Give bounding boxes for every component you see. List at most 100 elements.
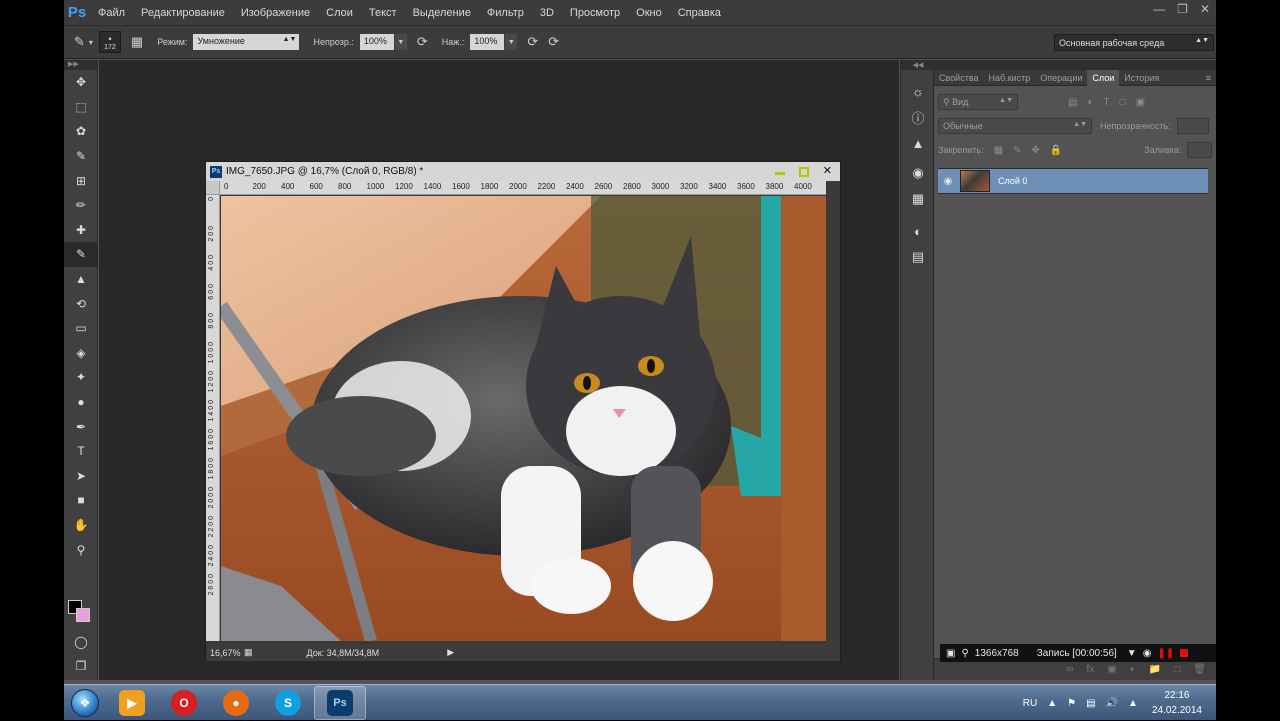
filter-adjustment-icon[interactable]: ◐ (1087, 97, 1093, 108)
quick-selection-tool-icon[interactable]: ✎ (64, 144, 98, 169)
network-icon[interactable]: ▲ (1128, 698, 1138, 709)
document-close-icon[interactable]: ✕ (823, 164, 832, 177)
language-indicator[interactable]: RU (1023, 698, 1037, 709)
mode-select[interactable]: Умножение ▲▼ (193, 34, 300, 50)
lock-pixels-icon[interactable]: ✎ (1013, 145, 1021, 156)
adjustments-sun-icon[interactable]: ☼ (901, 78, 935, 104)
layer-filter-select[interactable]: ⚲ Вид ▲▼ (938, 94, 1018, 110)
volume-icon[interactable]: 🔊 (1106, 698, 1118, 709)
tray-expand-icon[interactable]: ▲ (1047, 698, 1057, 709)
paint-bucket-tool-icon[interactable]: ◈ (64, 341, 98, 366)
lock-position-icon[interactable]: ✥ (1031, 145, 1039, 156)
pause-icon[interactable]: ❚❚ (1157, 648, 1174, 659)
dodge-tool-icon[interactable]: ● (64, 390, 98, 415)
camera-icon[interactable]: ◉ (1143, 648, 1152, 659)
airbrush-icon[interactable]: ⟳ (527, 34, 538, 50)
tab-brush-presets[interactable]: Наб.кистр (984, 73, 1036, 83)
taskbar-firefox[interactable]: ● (210, 686, 262, 720)
search-icon[interactable]: ⚲ (961, 648, 968, 659)
filter-pixel-icon[interactable]: ▤ (1068, 97, 1077, 108)
menu-select[interactable]: Выделение (405, 7, 479, 19)
blur-tool-icon[interactable]: ✦ (64, 365, 98, 390)
minimize-icon[interactable]: — (1153, 2, 1165, 16)
menu-3d[interactable]: 3D (532, 7, 562, 19)
document-maximize-icon[interactable] (798, 167, 809, 177)
taskbar-photoshop[interactable]: Ps (314, 685, 366, 720)
dock-collapse-icon[interactable]: ◀◀ (901, 60, 935, 70)
lasso-tool-icon[interactable]: ✿ (64, 119, 98, 144)
brush-panel-icon[interactable]: ▦ (131, 34, 143, 50)
new-group-icon[interactable]: 📁 (1149, 664, 1161, 675)
start-button[interactable]: ❖ (64, 686, 106, 720)
brush-preset-icon[interactable]: ✎ (74, 34, 85, 50)
document-title-bar[interactable]: Ps IMG_7650.JPG @ 16,7% (Слой 0, RGB/8) … (206, 162, 840, 181)
lock-all-icon[interactable]: 🔒 (1050, 145, 1062, 156)
eye-icon[interactable]: ◉ (938, 176, 958, 187)
tab-layers[interactable]: Слои (1087, 69, 1120, 86)
tools-panel-header[interactable]: ▶▶ (64, 60, 97, 70)
color-icon[interactable]: ◐ (901, 218, 935, 244)
eyedropper-tool-icon[interactable]: ✏ (64, 193, 98, 218)
histogram-icon[interactable]: ▲ (901, 130, 935, 156)
flow-dropdown-icon[interactable]: ▼ (505, 34, 518, 50)
menu-filter[interactable]: Фильтр (479, 7, 532, 19)
brush-preset-dropdown-icon[interactable]: ▾ (89, 38, 93, 47)
lock-transparency-icon[interactable]: ▦ (994, 145, 1003, 156)
menu-edit[interactable]: Редактирование (133, 7, 233, 19)
brush-size-picker[interactable]: • 172 (98, 31, 121, 53)
menu-type[interactable]: Текст (361, 7, 405, 19)
tab-properties[interactable]: Свойства (934, 73, 984, 83)
flag-icon[interactable]: ⚑ (1067, 698, 1076, 709)
ruler-origin[interactable] (206, 181, 220, 195)
new-layer-icon[interactable]: □ (1174, 664, 1180, 675)
styles-icon[interactable]: ▤ (901, 244, 935, 270)
stop-icon[interactable] (1180, 649, 1189, 657)
status-menu-arrow-icon[interactable]: ▶ (447, 647, 454, 658)
type-tool-icon[interactable]: T (64, 439, 98, 464)
opacity-dropdown-icon[interactable]: ▼ (394, 34, 407, 50)
tab-actions[interactable]: Операции (1035, 73, 1087, 83)
vertical-ruler[interactable]: 0 2 0 0 4 0 0 6 0 0 8 0 0 1 0 0 0 1 2 0 0 1 4 0… (206, 195, 220, 641)
move-tool-icon[interactable]: ✥ (64, 70, 98, 95)
zoom-level[interactable]: 16,67% (206, 648, 244, 658)
filter-smart-object-icon[interactable]: ▣ (1136, 97, 1145, 108)
screen-mode-icon[interactable]: ❐ (64, 654, 98, 679)
restore-icon[interactable]: ❐ (1177, 2, 1188, 16)
hand-tool-icon[interactable]: ✋ (64, 513, 98, 538)
canvas-image[interactable] (221, 196, 826, 641)
status-expand-icon[interactable]: ▦ (244, 647, 253, 658)
path-selection-tool-icon[interactable]: ➤ (64, 464, 98, 489)
recorder-region-icon[interactable]: ▣ (946, 648, 955, 659)
add-mask-icon[interactable]: ▣ (1107, 664, 1116, 675)
menu-window[interactable]: Окно (628, 7, 670, 19)
eraser-tool-icon[interactable]: ▭ (64, 316, 98, 341)
taskbar-skype[interactable]: S (262, 686, 314, 720)
clock[interactable]: 22:16 24.02.2014 (1152, 688, 1202, 718)
tab-history[interactable]: История (1119, 73, 1164, 83)
close-icon[interactable]: ✕ (1200, 2, 1210, 16)
panel-menu-icon[interactable]: ≡ (1201, 73, 1216, 83)
history-brush-tool-icon[interactable]: ⟲ (64, 291, 98, 316)
menu-help[interactable]: Справка (670, 7, 729, 19)
rectangle-tool-icon[interactable]: ■ (64, 488, 98, 513)
blend-mode-select[interactable]: Обычные ▲▼ (938, 118, 1092, 134)
recorder-dropdown-icon[interactable]: ▼ (1127, 648, 1137, 659)
layer-name[interactable]: Слой 0 (998, 176, 1027, 186)
opacity-input[interactable]: 100% (359, 34, 394, 50)
grid-icon[interactable]: ▦ (901, 186, 935, 212)
document-minimize-icon[interactable] (774, 172, 785, 175)
menu-layers[interactable]: Слои (318, 7, 361, 19)
menu-image[interactable]: Изображение (233, 7, 318, 19)
layer-opacity-input[interactable] (1176, 118, 1209, 134)
tablet-pressure-opacity-icon[interactable]: ⟳ (417, 34, 428, 50)
horizontal-ruler[interactable]: 0 200 400 600 800 1000 1200 1400 1600 1800 2000 220… (220, 181, 826, 195)
pen-tool-icon[interactable]: ✒ (64, 414, 98, 439)
menu-view[interactable]: Просмотр (562, 7, 628, 19)
zoom-tool-icon[interactable]: ⚲ (64, 537, 98, 562)
delete-layer-icon[interactable]: 🗑 (1193, 664, 1206, 675)
workspace-select[interactable]: Основная рабочая среда ▲▼ (1054, 34, 1214, 51)
filter-type-icon[interactable]: T (1104, 97, 1110, 108)
3d-icon[interactable]: ◉ (901, 160, 935, 186)
clone-stamp-tool-icon[interactable]: ▲ (64, 267, 98, 292)
quick-mask-icon[interactable]: ◯ (64, 630, 98, 655)
